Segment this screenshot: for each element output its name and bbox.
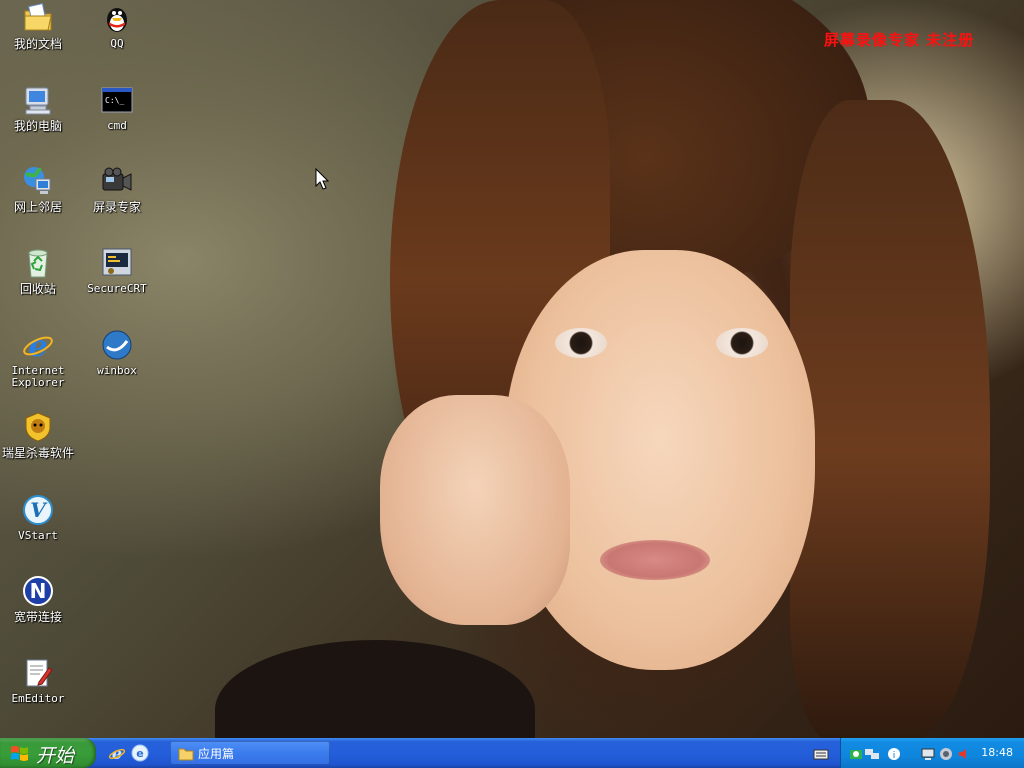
vstart-icon: V [22,494,54,526]
desktop-icon-network-places[interactable]: 网上邻居 [1,165,75,213]
internet-explorer-icon: e [22,329,54,364]
my-computer-icon [22,84,54,116]
mouse-cursor-icon [315,167,330,194]
svg-text:V: V [30,498,48,522]
desktop-icon-rising-antivirus[interactable]: 瑞星杀毒软件 [1,411,75,459]
cmd-icon: C:\_ [101,84,133,116]
desktop-icon-screen-recorder[interactable]: 屏录专家 [80,165,154,213]
quick-launch-desktop-icon[interactable]: e [131,744,149,762]
recorder-watermark: 屏幕录像专家 未注册 [824,31,975,49]
desktop-icon-my-computer[interactable]: 我的电脑 [1,84,75,132]
keyboard-icon[interactable] [813,746,829,760]
desktop-icon-my-documents[interactable]: 我的文档 [1,2,75,50]
recycle-bin-icon [22,247,54,279]
svg-text:e: e [28,329,47,361]
tray-info-icon[interactable]: i [887,746,901,761]
start-button[interactable]: 开始 [0,738,96,768]
my-documents-icon [22,2,54,34]
rising-antivirus-icon [22,411,54,443]
svg-text:i: i [893,751,896,761]
folder-icon [178,746,194,765]
screen-recorder-icon [101,165,133,197]
qq-penguin-icon [101,2,133,34]
wallpaper-eye-right [716,328,768,358]
taskbar-window-label: 应用篇 [198,747,235,761]
wallpaper-lips [600,540,710,580]
taskbar: 开始 e e 应用篇 i 18:48 [0,738,1024,768]
svg-text:e: e [136,747,143,760]
desktop-icon-broadband-connection[interactable]: N 宽带连接 [1,575,75,623]
desktop-icon-securecrt[interactable]: SecureCRT [80,247,154,295]
desktop-icon-vstart[interactable]: V VStart [1,494,75,542]
tray-app-icon[interactable] [849,746,863,760]
svg-text:C:\_: C:\_ [105,96,124,105]
network-places-icon [22,165,54,197]
wallpaper-hand [380,395,570,625]
broadband-connection-icon: N [22,575,54,607]
quick-launch-ie-icon[interactable]: e [108,744,126,763]
tray-display-icon[interactable] [921,746,935,760]
start-label: 开始 [36,745,75,767]
clock[interactable]: 18:48 [981,746,1013,759]
taskbar-window-button[interactable]: 应用篇 [170,741,330,765]
desktop-icon-cmd[interactable]: C:\_ cmd [80,84,154,132]
desktop-icon-recycle-bin[interactable]: 回收站 [1,247,75,295]
desktop-icon-emeditor[interactable]: EmEditor [1,657,75,705]
desktop-icon-qq[interactable]: QQ [80,2,154,50]
desktop-icon-internet-explorer[interactable]: e Internet Explorer [1,329,75,389]
securecrt-icon [101,247,133,279]
desktop-icon-winbox[interactable]: winbox [80,329,154,377]
tray-antivirus-icon[interactable] [939,746,953,760]
tray-volume-icon[interactable] [957,746,971,760]
windows-logo-icon [10,744,30,766]
system-tray: i 18:48 [840,738,1024,768]
emeditor-icon [22,657,54,689]
wallpaper-shoulder [215,640,535,738]
svg-text:N: N [30,579,47,603]
winbox-icon [101,329,133,361]
wallpaper-eye-left [555,328,607,358]
desktop[interactable]: 屏幕录像专家 未注册 我的文档 我的电脑 网上邻居 回收站 e Internet… [0,0,1024,738]
wallpaper-hair-right [790,100,990,738]
tray-network-icon[interactable] [865,746,879,760]
